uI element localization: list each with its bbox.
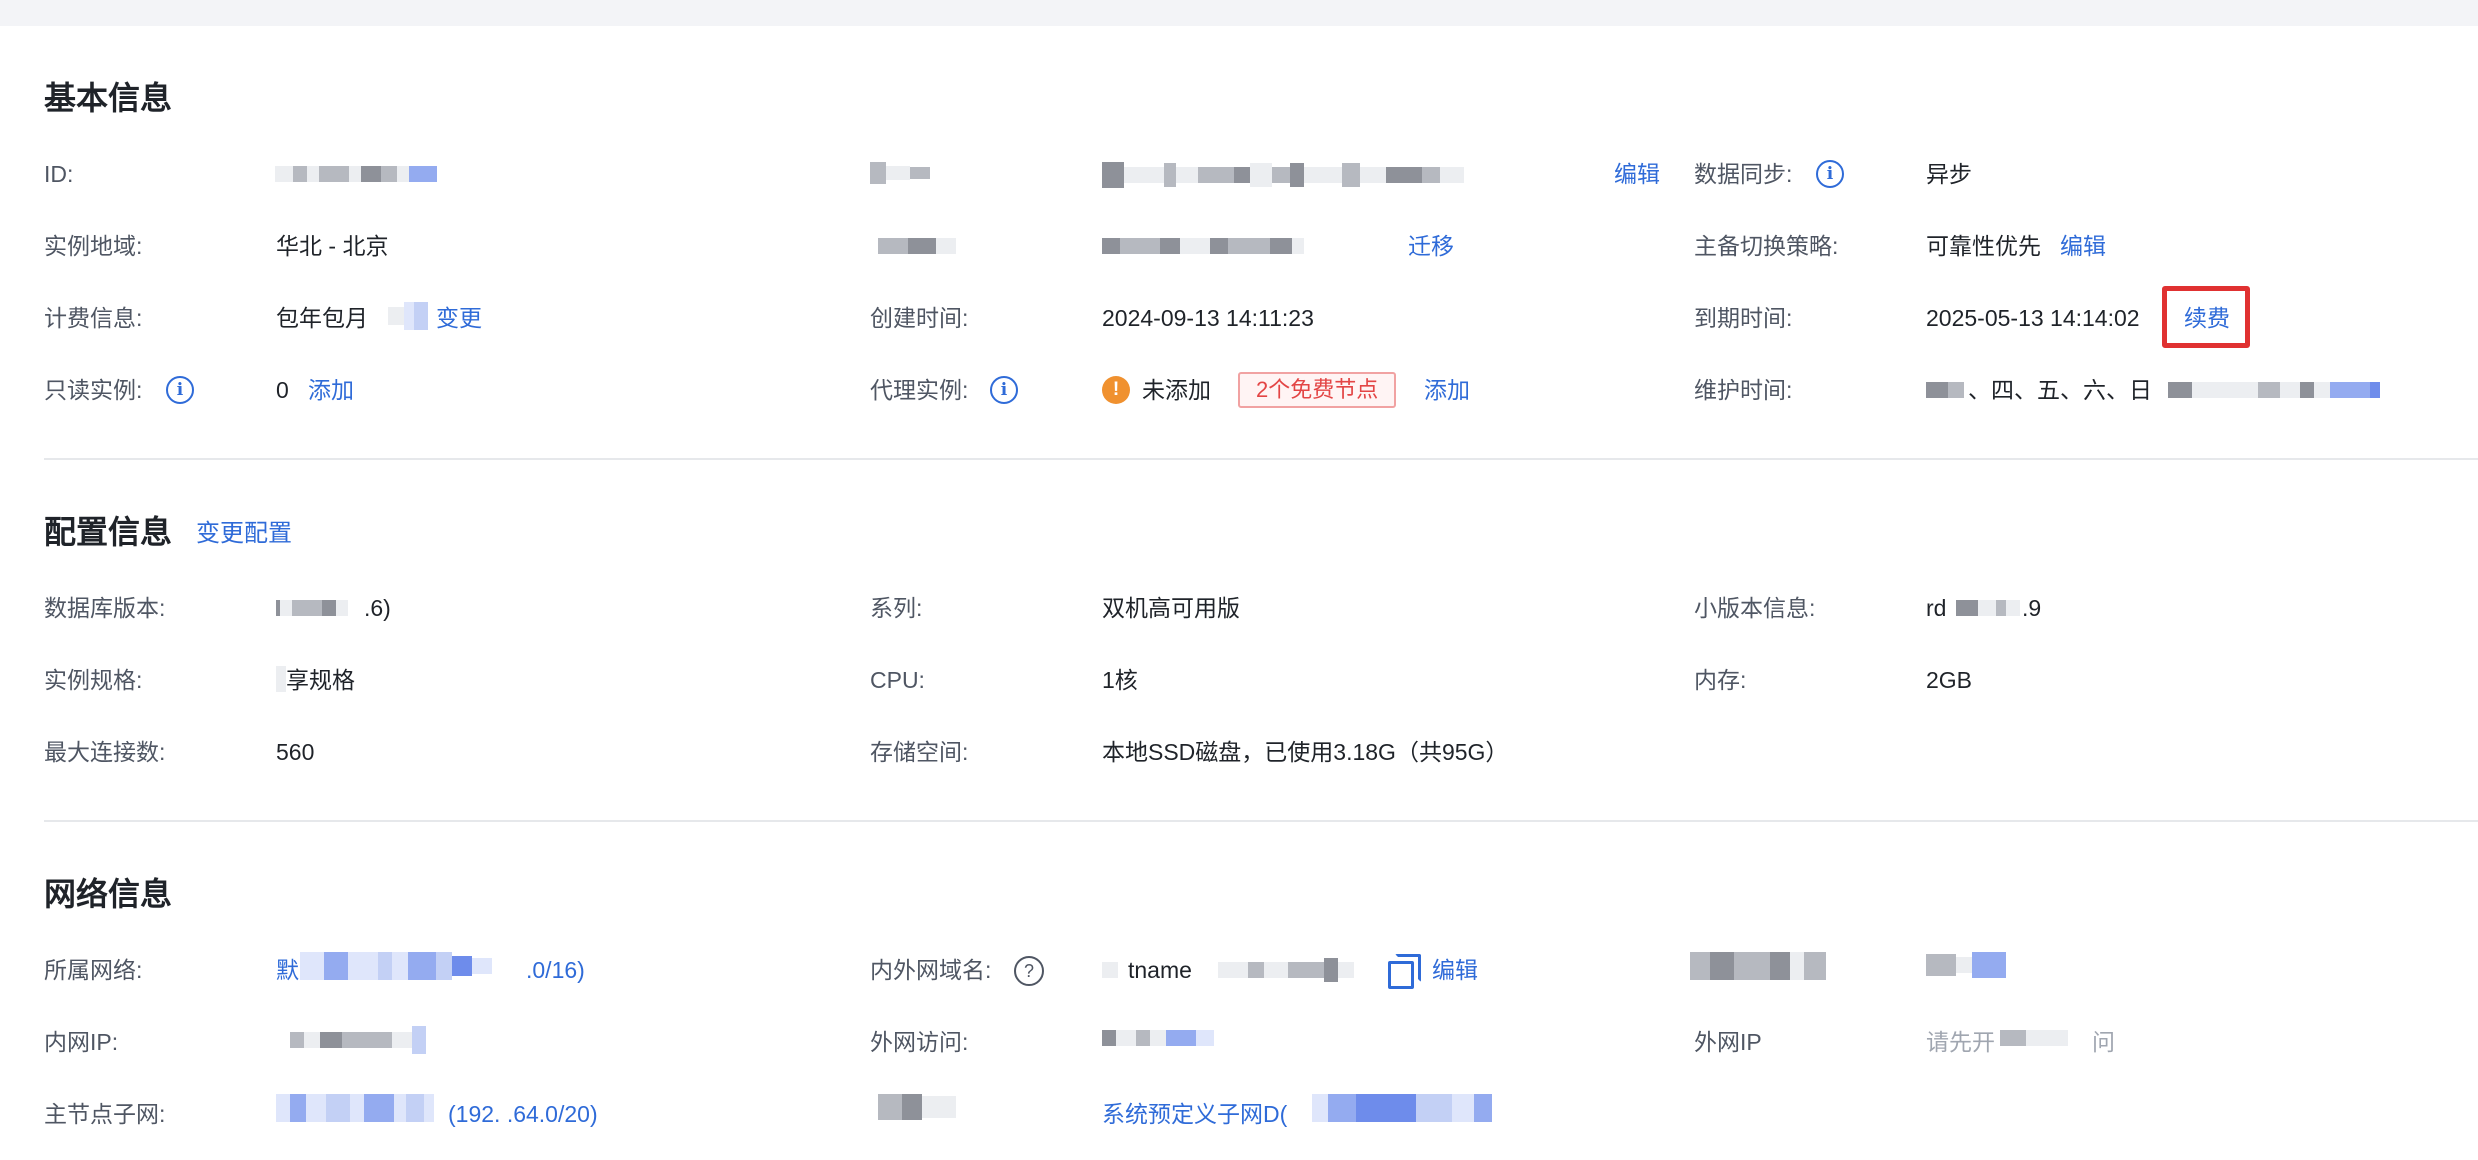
free-node-tag: 2个免费节点 bbox=[1238, 372, 1397, 408]
public-ip-redacted bbox=[2000, 1030, 2068, 1046]
billing-redacted bbox=[388, 302, 428, 330]
column3-label-redacted bbox=[1690, 952, 1826, 980]
domain-redacted-head bbox=[1102, 962, 1118, 978]
standby-subnet-label-redacted bbox=[878, 1094, 956, 1120]
zone-value-redacted bbox=[1102, 238, 1304, 254]
public-ip-label: 外网IP bbox=[1694, 1029, 1762, 1055]
public-access-label: 外网访问: bbox=[870, 1029, 969, 1055]
switch-policy-label: 主备切换策略: bbox=[1694, 233, 1839, 259]
domain-label: 内外网域名: bbox=[870, 957, 992, 983]
billing-label: 计费信息: bbox=[44, 305, 143, 331]
vpc-value-end[interactable]: .0/16) bbox=[526, 954, 585, 986]
series-label: 系列: bbox=[870, 595, 923, 621]
cpu-label: CPU: bbox=[870, 667, 925, 693]
main-subnet-label: 主节点子网: bbox=[44, 1101, 166, 1127]
top-bar bbox=[0, 0, 2478, 26]
storage-label: 存储空间: bbox=[870, 739, 969, 765]
memory-value: 2GB bbox=[1926, 667, 1973, 693]
expire-label: 到期时间: bbox=[1694, 305, 1793, 331]
section-title-config: 配置信息 bbox=[44, 514, 173, 550]
cpu-value: 1核 bbox=[1102, 667, 1138, 693]
spec-label: 实例规格: bbox=[44, 667, 143, 693]
section-title-basic: 基本信息 bbox=[44, 80, 173, 116]
db-version-label: 数据库版本: bbox=[44, 595, 166, 621]
minor-version-label: 小版本信息: bbox=[1694, 595, 1816, 621]
public-ip-tail: 问 bbox=[2092, 1029, 2115, 1055]
proxy-label: 代理实例: bbox=[870, 377, 969, 403]
billing-value: 包年包月 bbox=[276, 305, 368, 331]
renew-link[interactable]: 续费 bbox=[2184, 302, 2230, 334]
readonly-info-icon[interactable]: i bbox=[166, 376, 194, 404]
sync-label: 数据同步: bbox=[1694, 161, 1793, 187]
domain-help-icon[interactable]: ? bbox=[1014, 956, 1044, 986]
maintain-redacted-tail bbox=[2168, 382, 2380, 398]
proxy-info-icon[interactable]: i bbox=[990, 376, 1018, 404]
domain-redacted-tail bbox=[1218, 958, 1354, 982]
spec-value: 享规格 bbox=[286, 667, 355, 693]
switch-policy-edit-link[interactable]: 编辑 bbox=[2060, 230, 2106, 262]
maintain-redacted-head bbox=[1926, 382, 1964, 398]
name-label-redacted bbox=[870, 162, 930, 184]
copy-icon[interactable] bbox=[1388, 954, 1421, 989]
switch-policy-value: 可靠性优先 bbox=[1926, 233, 2041, 259]
vpc-redacted bbox=[300, 952, 492, 980]
vpc-label: 所属网络: bbox=[44, 957, 143, 983]
section-title-network: 网络信息 bbox=[44, 876, 173, 912]
maintain-value: 、四、五、六、日 bbox=[1968, 377, 2152, 403]
name-edit-link[interactable]: 编辑 bbox=[1614, 158, 1660, 190]
proxy-value: 未添加 bbox=[1142, 377, 1211, 403]
zone-label-redacted bbox=[878, 238, 956, 254]
created-label: 创建时间: bbox=[870, 305, 969, 331]
series-value: 双机高可用版 bbox=[1102, 595, 1240, 621]
max-connections-label: 最大连接数: bbox=[44, 739, 166, 765]
public-access-redacted bbox=[1102, 1030, 1214, 1046]
billing-change-link[interactable]: 变更 bbox=[436, 302, 482, 334]
id-label: ID: bbox=[44, 161, 74, 187]
db-version-value: .6) bbox=[364, 595, 391, 621]
warning-icon: ! bbox=[1102, 376, 1130, 404]
max-connections-value: 560 bbox=[276, 739, 315, 765]
readonly-add-link[interactable]: 添加 bbox=[308, 374, 354, 406]
db-version-redacted bbox=[276, 600, 348, 616]
readonly-value: 0 bbox=[276, 377, 289, 403]
memory-label: 内存: bbox=[1694, 667, 1747, 693]
subnet-value[interactable]: (192. .64.0/20) bbox=[448, 1098, 598, 1130]
divider-config bbox=[44, 820, 2478, 822]
sync-value: 异步 bbox=[1926, 161, 1972, 187]
region-value: 华北 - 北京 bbox=[276, 233, 389, 259]
standby-subnet-value[interactable]: 系统预定义子网D( bbox=[1102, 1098, 1287, 1130]
minor-version-value-end: .9 bbox=[2022, 595, 2042, 621]
divider-basic bbox=[44, 458, 2478, 460]
spec-redacted bbox=[276, 666, 286, 692]
domain-value: tname bbox=[1128, 957, 1192, 983]
column3-value-redacted bbox=[1926, 952, 2006, 978]
region-label: 实例地域: bbox=[44, 233, 143, 259]
migrate-link[interactable]: 迁移 bbox=[1408, 230, 1454, 262]
name-value-redacted bbox=[1102, 162, 1464, 188]
private-ip-label: 内网IP: bbox=[44, 1029, 119, 1055]
maintain-label: 维护时间: bbox=[1694, 377, 1793, 403]
public-ip-value: 请先开 bbox=[1926, 1029, 1995, 1055]
standby-subnet-redacted bbox=[1312, 1094, 1492, 1122]
readonly-label: 只读实例: bbox=[44, 377, 143, 403]
change-config-link[interactable]: 变更配置 bbox=[196, 514, 292, 554]
vpc-value-start[interactable]: 默 bbox=[276, 954, 299, 986]
id-value-redacted bbox=[275, 166, 437, 182]
domain-edit-link[interactable]: 编辑 bbox=[1432, 954, 1478, 986]
subnet-redacted bbox=[276, 1094, 434, 1122]
minor-version-value-start: rd bbox=[1926, 595, 1947, 621]
expire-value: 2025-05-13 14:14:02 bbox=[1926, 305, 2140, 331]
minor-version-redacted bbox=[1956, 600, 2020, 616]
created-value: 2024-09-13 14:11:23 bbox=[1102, 305, 1314, 331]
private-ip-redacted bbox=[290, 1026, 426, 1054]
proxy-add-link[interactable]: 添加 bbox=[1424, 374, 1470, 406]
sync-info-icon[interactable]: i bbox=[1816, 160, 1844, 188]
storage-value: 本地SSD磁盘，已使用3.18G（共95G） bbox=[1102, 739, 1509, 765]
